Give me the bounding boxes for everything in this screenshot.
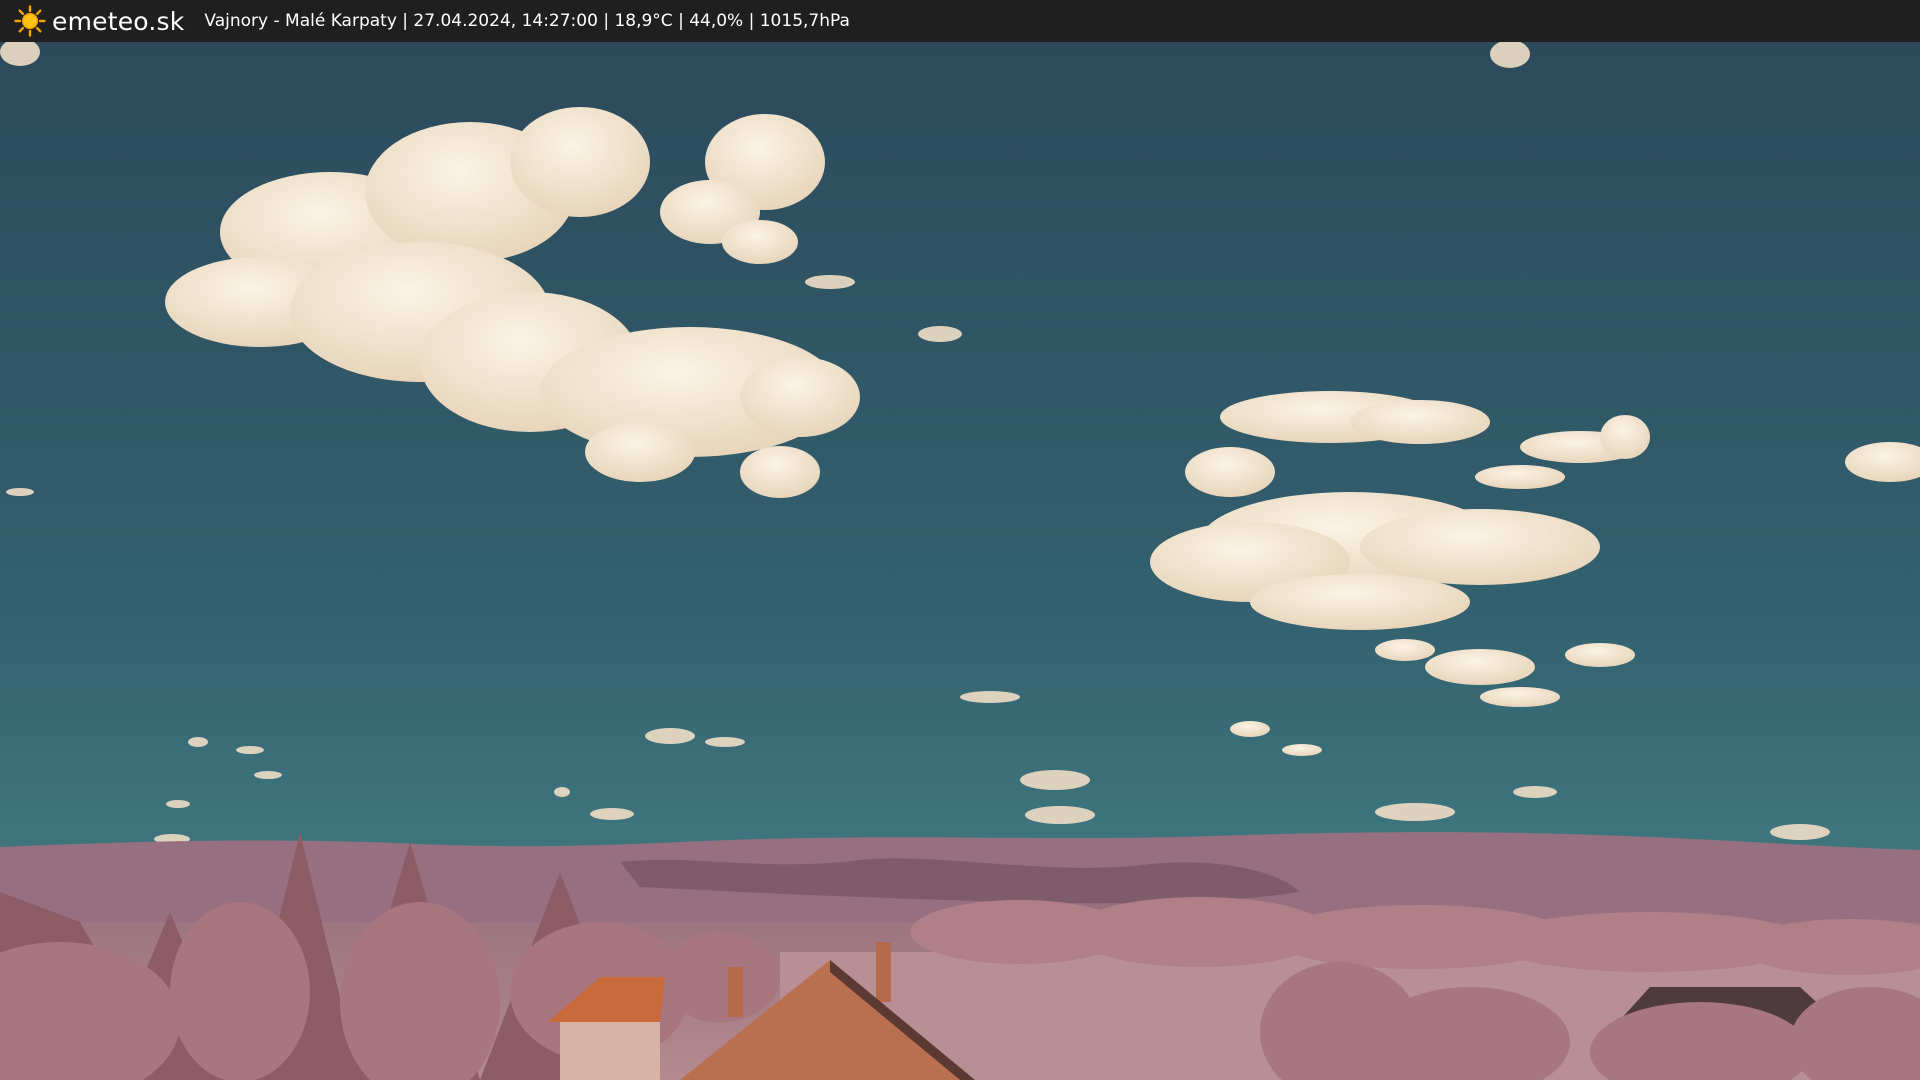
webcam-image (0, 42, 1920, 1080)
site-logo[interactable]: emeteo.sk (14, 5, 184, 37)
top-bar: emeteo.sk Vajnory - Malé Karpaty | 27.04… (0, 0, 1920, 42)
sun-icon (14, 5, 46, 37)
station-info: Vajnory - Malé Karpaty | 27.04.2024, 14:… (204, 11, 850, 31)
brand-name: emeteo.sk (52, 6, 185, 36)
